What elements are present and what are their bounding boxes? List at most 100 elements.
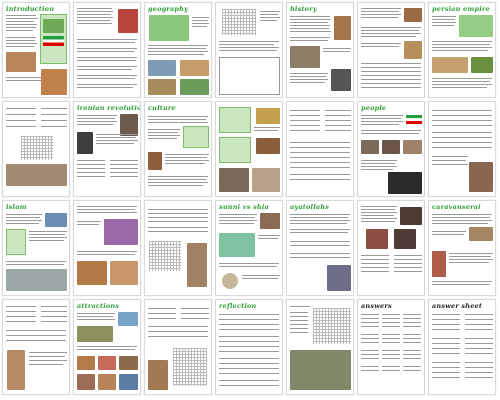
page-thumbnail-14[interactable]	[428, 101, 496, 197]
coin-image	[222, 273, 238, 289]
palace-image	[118, 312, 138, 326]
people-image-2	[382, 140, 400, 154]
info-panel-2	[219, 137, 251, 163]
page-thumbnail-22[interactable]	[2, 299, 70, 395]
crossword-grid	[149, 241, 181, 271]
portrait-image	[366, 229, 388, 249]
page-thumbnail-culture[interactable]: culture	[144, 101, 212, 197]
dome-image	[110, 261, 138, 285]
carpet-image	[256, 138, 280, 154]
page-thumbnail-8[interactable]	[2, 101, 70, 197]
page-thumbnail-ayatollahs[interactable]: ayatollahs	[286, 200, 354, 296]
women-image	[388, 172, 422, 194]
landscape-image	[148, 60, 176, 76]
market-image	[290, 350, 351, 390]
mosque-courtyard-image	[77, 261, 107, 285]
art-image	[252, 168, 280, 192]
portrait-image	[118, 9, 138, 33]
word-search-grid	[313, 308, 351, 344]
page-thumbnail-answer-sheet[interactable]: answer sheet	[428, 299, 496, 395]
iran-map-image	[43, 19, 64, 33]
people-image	[361, 140, 379, 154]
garden-image	[77, 326, 113, 342]
tower-image	[432, 251, 446, 277]
page-thumbnail-16[interactable]	[73, 200, 141, 296]
page-title: persian empire	[432, 5, 490, 13]
portrait-image	[120, 114, 138, 136]
flag-image	[43, 36, 64, 46]
valley-image	[180, 79, 209, 95]
people-image-3	[403, 140, 422, 154]
page-thumbnail-4[interactable]	[215, 2, 283, 98]
answer-box	[219, 57, 280, 95]
page-thumbnail-islam[interactable]: islam	[2, 200, 70, 296]
artifact-image	[404, 8, 422, 22]
ruins-image	[119, 356, 138, 370]
desert-image	[180, 60, 209, 76]
crossword-grid	[21, 136, 53, 160]
distribution-map-image	[219, 233, 255, 257]
leader-image	[77, 132, 93, 154]
page-title: ayatollahs	[290, 203, 330, 211]
page-thumbnail-geography[interactable]: geography	[144, 2, 212, 98]
page-title: caravanserai	[432, 203, 481, 211]
minaret-image	[187, 243, 207, 287]
portrait-image	[331, 69, 351, 91]
relief-image	[290, 46, 320, 68]
page-thumbnail-2[interactable]	[73, 2, 141, 98]
mountain-image	[148, 79, 176, 95]
page-thumbnail-20[interactable]	[357, 200, 425, 296]
woman-portrait-image	[327, 265, 351, 291]
page-thumbnail-26[interactable]	[286, 299, 354, 395]
page-thumbnail-reflection[interactable]: reflection	[215, 299, 283, 395]
cleric-image	[400, 207, 422, 225]
crossword-grid	[173, 348, 207, 386]
food-image	[256, 108, 280, 124]
page-thumbnail-caravanserai[interactable]: caravanserai	[428, 200, 496, 296]
page-title: introduction	[6, 5, 55, 13]
flag-stripe-red	[406, 121, 422, 124]
calligraphy-panel	[183, 126, 209, 148]
page-thumbnail-iranian-revolution[interactable]: iranian revolution	[73, 101, 141, 197]
page-thumbnail-persian-empire[interactable]: persian empire	[428, 2, 496, 98]
page-title: geography	[148, 5, 189, 13]
page-thumbnail-sunni-vs-shia[interactable]: sunni vs shia	[215, 200, 283, 296]
page-thumbnail-people[interactable]: people	[357, 101, 425, 197]
shrine-image	[6, 269, 67, 291]
crossword-grid	[222, 9, 256, 35]
page-thumbnail-answers[interactable]: answers	[357, 299, 425, 395]
bridge-image	[77, 356, 95, 370]
page-title: sunni vs shia	[219, 203, 269, 211]
worksheet-page-grid: introduction geography history persian e…	[2, 2, 498, 398]
page-title: answer sheet	[432, 302, 483, 310]
page-thumbnail-history[interactable]: history	[286, 2, 354, 98]
page-title: answers	[361, 302, 392, 310]
page-title: history	[290, 5, 317, 13]
page-thumbnail-11[interactable]	[215, 101, 283, 197]
ruins-image	[334, 16, 351, 40]
tomb-image	[471, 57, 493, 73]
mosque-image	[45, 213, 67, 227]
map-image	[149, 15, 189, 41]
page-thumbnail-introduction[interactable]: introduction	[2, 2, 70, 98]
page-title: iranian revolution	[77, 104, 141, 112]
page-thumbnail-6[interactable]	[357, 2, 425, 98]
empire-map-image	[459, 15, 493, 37]
page-thumbnail-24[interactable]	[144, 299, 212, 395]
calligraphy-panel	[6, 229, 26, 255]
person-image	[148, 152, 162, 170]
figure-image	[260, 213, 280, 229]
page-thumbnail-17[interactable]	[144, 200, 212, 296]
photo-image	[6, 52, 36, 72]
page-title: attractions	[77, 302, 120, 310]
page-thumbnail-12[interactable]	[286, 101, 354, 197]
info-panel	[219, 107, 251, 133]
page-thumbnail-attractions[interactable]: attractions	[73, 299, 141, 395]
elder-portrait-image	[469, 162, 493, 192]
page-title: reflection	[219, 302, 257, 310]
coin-image	[404, 41, 422, 59]
caravanserai-image	[469, 227, 493, 241]
city-skyline-image	[6, 164, 67, 186]
minaret-image	[7, 350, 25, 390]
city-image	[41, 69, 67, 95]
